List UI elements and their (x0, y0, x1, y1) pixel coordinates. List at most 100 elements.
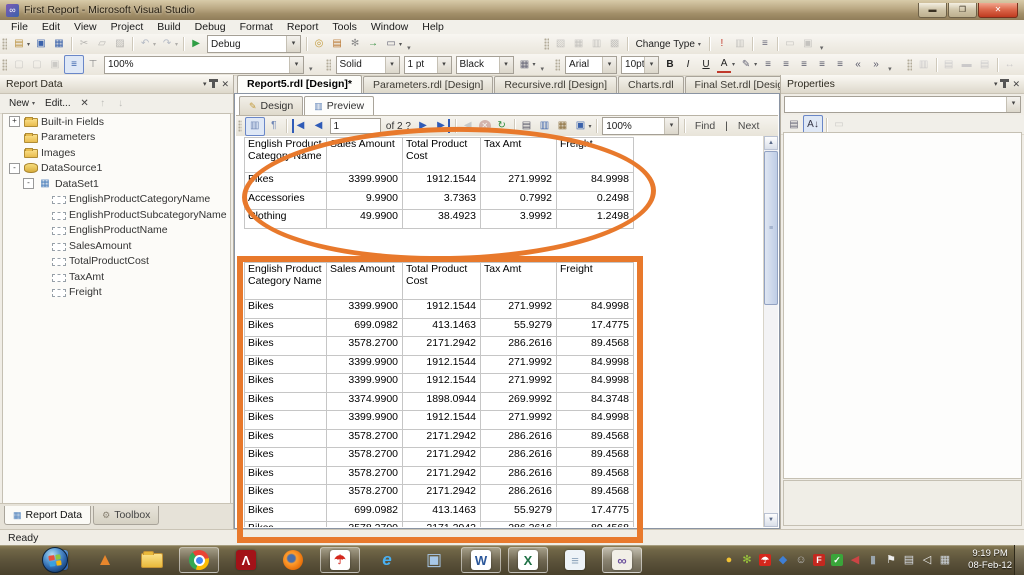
menu-help[interactable]: Help (415, 21, 451, 33)
menu-file[interactable]: File (4, 21, 35, 33)
taskbar-item-word[interactable]: W (461, 547, 501, 573)
page-setup-icon[interactable]: ▦ (553, 118, 571, 135)
toolbar-overflow-icon[interactable]: ▾ (885, 65, 895, 75)
tree-item-totalproductcost[interactable]: TotalProductCost (3, 254, 230, 270)
toolbar-grip[interactable] (907, 59, 912, 71)
tray-volume-icon[interactable]: ◁ (920, 553, 934, 567)
delete-icon[interactable]: ✕ (76, 95, 94, 112)
print-layout-icon[interactable]: ▥ (535, 118, 553, 135)
background-color-icon[interactable]: ✎▾ (737, 56, 759, 73)
align-center-icon[interactable]: ≡ (777, 56, 795, 73)
underline-icon[interactable]: U (697, 56, 715, 73)
add-item-icon[interactable]: → (364, 36, 382, 53)
italic-icon[interactable]: I (679, 56, 697, 73)
save-icon[interactable]: ▣ (32, 36, 50, 53)
tab-design[interactable]: ✎ Design (239, 96, 303, 116)
execute-sql-icon[interactable]: ▥ (731, 36, 749, 53)
show-desktop-button[interactable] (1014, 545, 1024, 575)
tree-item-taxamt[interactable]: TaxAmt (3, 269, 230, 285)
tree-item-englishproductname[interactable]: EnglishProductName (3, 223, 230, 239)
export-icon[interactable]: ▣▾ (571, 118, 593, 135)
menu-project[interactable]: Project (104, 21, 151, 33)
save-all-icon[interactable]: ▦ (50, 36, 68, 53)
border-style-combo[interactable]: Solid▾ (336, 56, 400, 74)
align-lefts-icon[interactable]: ▥ (915, 56, 933, 73)
categorized-icon[interactable]: ▤ (785, 116, 803, 133)
font-family-combo[interactable]: Arial▾ (565, 56, 617, 74)
solution-configurations-combo[interactable]: Debug▾ (207, 35, 301, 53)
tree-item-englishproductsubcategoryname[interactable]: EnglishProductSubcategoryName (3, 207, 230, 223)
designer-zoom-combo[interactable]: 100%▾ (104, 56, 304, 74)
group-by-icon[interactable]: ≡ (756, 36, 774, 53)
align-right-icon[interactable]: ≡ (795, 56, 813, 73)
numbering-icon[interactable]: ≡ (831, 56, 849, 73)
make-same-height-icon[interactable]: ↕ (1019, 56, 1024, 73)
command-window-icon[interactable]: ▭▾ (382, 36, 404, 53)
taskbar-item-visual-studio[interactable]: ∞ (602, 547, 642, 573)
tray-audio-manager-icon[interactable]: ◀ (848, 553, 862, 567)
document-map-icon[interactable]: ▥ (245, 117, 265, 136)
show-grid-pane-icon[interactable]: ▦ (570, 36, 588, 53)
font-color-icon[interactable]: A▾ (715, 56, 737, 73)
preview-zoom-combo[interactable]: 100%▾ (602, 117, 679, 135)
back-to-parent-icon[interactable]: ◀ (459, 118, 477, 135)
document-tab[interactable]: Report5.rdl [Design]* (237, 75, 362, 93)
new-button[interactable]: New▾ (4, 96, 40, 112)
menu-build[interactable]: Build (150, 21, 187, 33)
tray-action-center-flag-icon[interactable]: ⚑ (884, 553, 898, 567)
taskbar-item-internet-explorer[interactable]: e (367, 547, 407, 573)
taskbar-item-remote-desktop[interactable]: ▣ (414, 547, 454, 573)
show-diagram-pane-icon[interactable]: ▧ (552, 36, 570, 53)
taskbar-item-avira[interactable]: ☂ (320, 547, 360, 573)
find-button[interactable]: Find (688, 120, 722, 132)
tree-item-dataset1[interactable]: -▦DataSet1 (3, 176, 230, 192)
properties-grid[interactable] (783, 132, 1022, 479)
toolbar-grip[interactable] (2, 59, 7, 71)
toolbar-overflow-icon[interactable]: ▾ (306, 65, 316, 75)
toolbar-grip[interactable] (555, 59, 560, 71)
start-debugging-icon[interactable]: ▶ (187, 36, 205, 53)
previous-page-icon[interactable]: ◀ (310, 118, 328, 135)
border-grid-icon[interactable]: ▦▾ (516, 56, 538, 73)
bold-icon[interactable]: B (661, 56, 679, 73)
tray-flash-tray-icon[interactable]: F (812, 553, 826, 567)
property-pages-icon[interactable]: ▭ (830, 116, 848, 133)
toolbar-grip[interactable] (238, 120, 242, 132)
menu-edit[interactable]: Edit (35, 21, 67, 33)
menu-view[interactable]: View (67, 21, 104, 33)
vertical-scrollbar[interactable]: ▲ ≡ ▼ (763, 136, 778, 527)
tree-item-datasource1[interactable]: -DataSource1 (3, 161, 230, 177)
decrease-indent-icon[interactable]: « (849, 56, 867, 73)
dock-tab-report-data[interactable]: ▦Report Data (4, 506, 91, 525)
taskbar-item-windows-explorer[interactable] (132, 547, 172, 573)
increase-indent-icon[interactable]: » (867, 56, 885, 73)
tray-alert-bell-icon[interactable]: ● (722, 553, 736, 567)
align-tops-icon[interactable]: ▤ (940, 56, 958, 73)
tray-network-icon[interactable]: ▤ (902, 553, 916, 567)
align-bottoms-icon[interactable]: ▤ (976, 56, 994, 73)
new-project-icon[interactable]: ▤▾ (10, 36, 32, 53)
taskbar-item-vlc-player[interactable]: ▲ (85, 547, 125, 573)
menu-format[interactable]: Format (233, 21, 280, 33)
make-same-width-icon[interactable]: ↔ (1001, 56, 1019, 73)
tray-messenger-shield-icon[interactable]: ◆ (776, 553, 790, 567)
add-new-query-icon[interactable]: ▣ (799, 36, 817, 53)
scroll-up-icon[interactable]: ▲ (764, 136, 778, 150)
toolbar-overflow-icon[interactable]: ▾ (538, 65, 548, 75)
toolbox-tools-icon[interactable]: ✻ (346, 36, 364, 53)
next-page-icon[interactable]: ▶ (414, 118, 432, 135)
align-left-icon[interactable]: ≡ (759, 56, 777, 73)
maximize-button[interactable]: ❐ (948, 3, 977, 18)
paste-icon[interactable]: ▨ (111, 36, 129, 53)
menu-report[interactable]: Report (280, 21, 326, 33)
close-panel-icon[interactable]: ✕ (221, 79, 229, 90)
stop-rendering-icon[interactable]: ✕ (477, 118, 493, 135)
find-next-button[interactable]: Next (731, 120, 767, 132)
tab-preview[interactable]: ▥ Preview (304, 96, 374, 116)
tray-tray-clipboard-icon[interactable]: ▦ (938, 553, 952, 567)
move-up-icon[interactable]: ↑ (94, 95, 112, 112)
document-tab[interactable]: Recursive.rdl [Design] (494, 76, 617, 93)
report-page-next-icon[interactable]: ▢ (28, 56, 46, 73)
redo-icon[interactable]: ↷▾ (158, 36, 180, 53)
move-down-icon[interactable]: ↓ (112, 95, 130, 112)
